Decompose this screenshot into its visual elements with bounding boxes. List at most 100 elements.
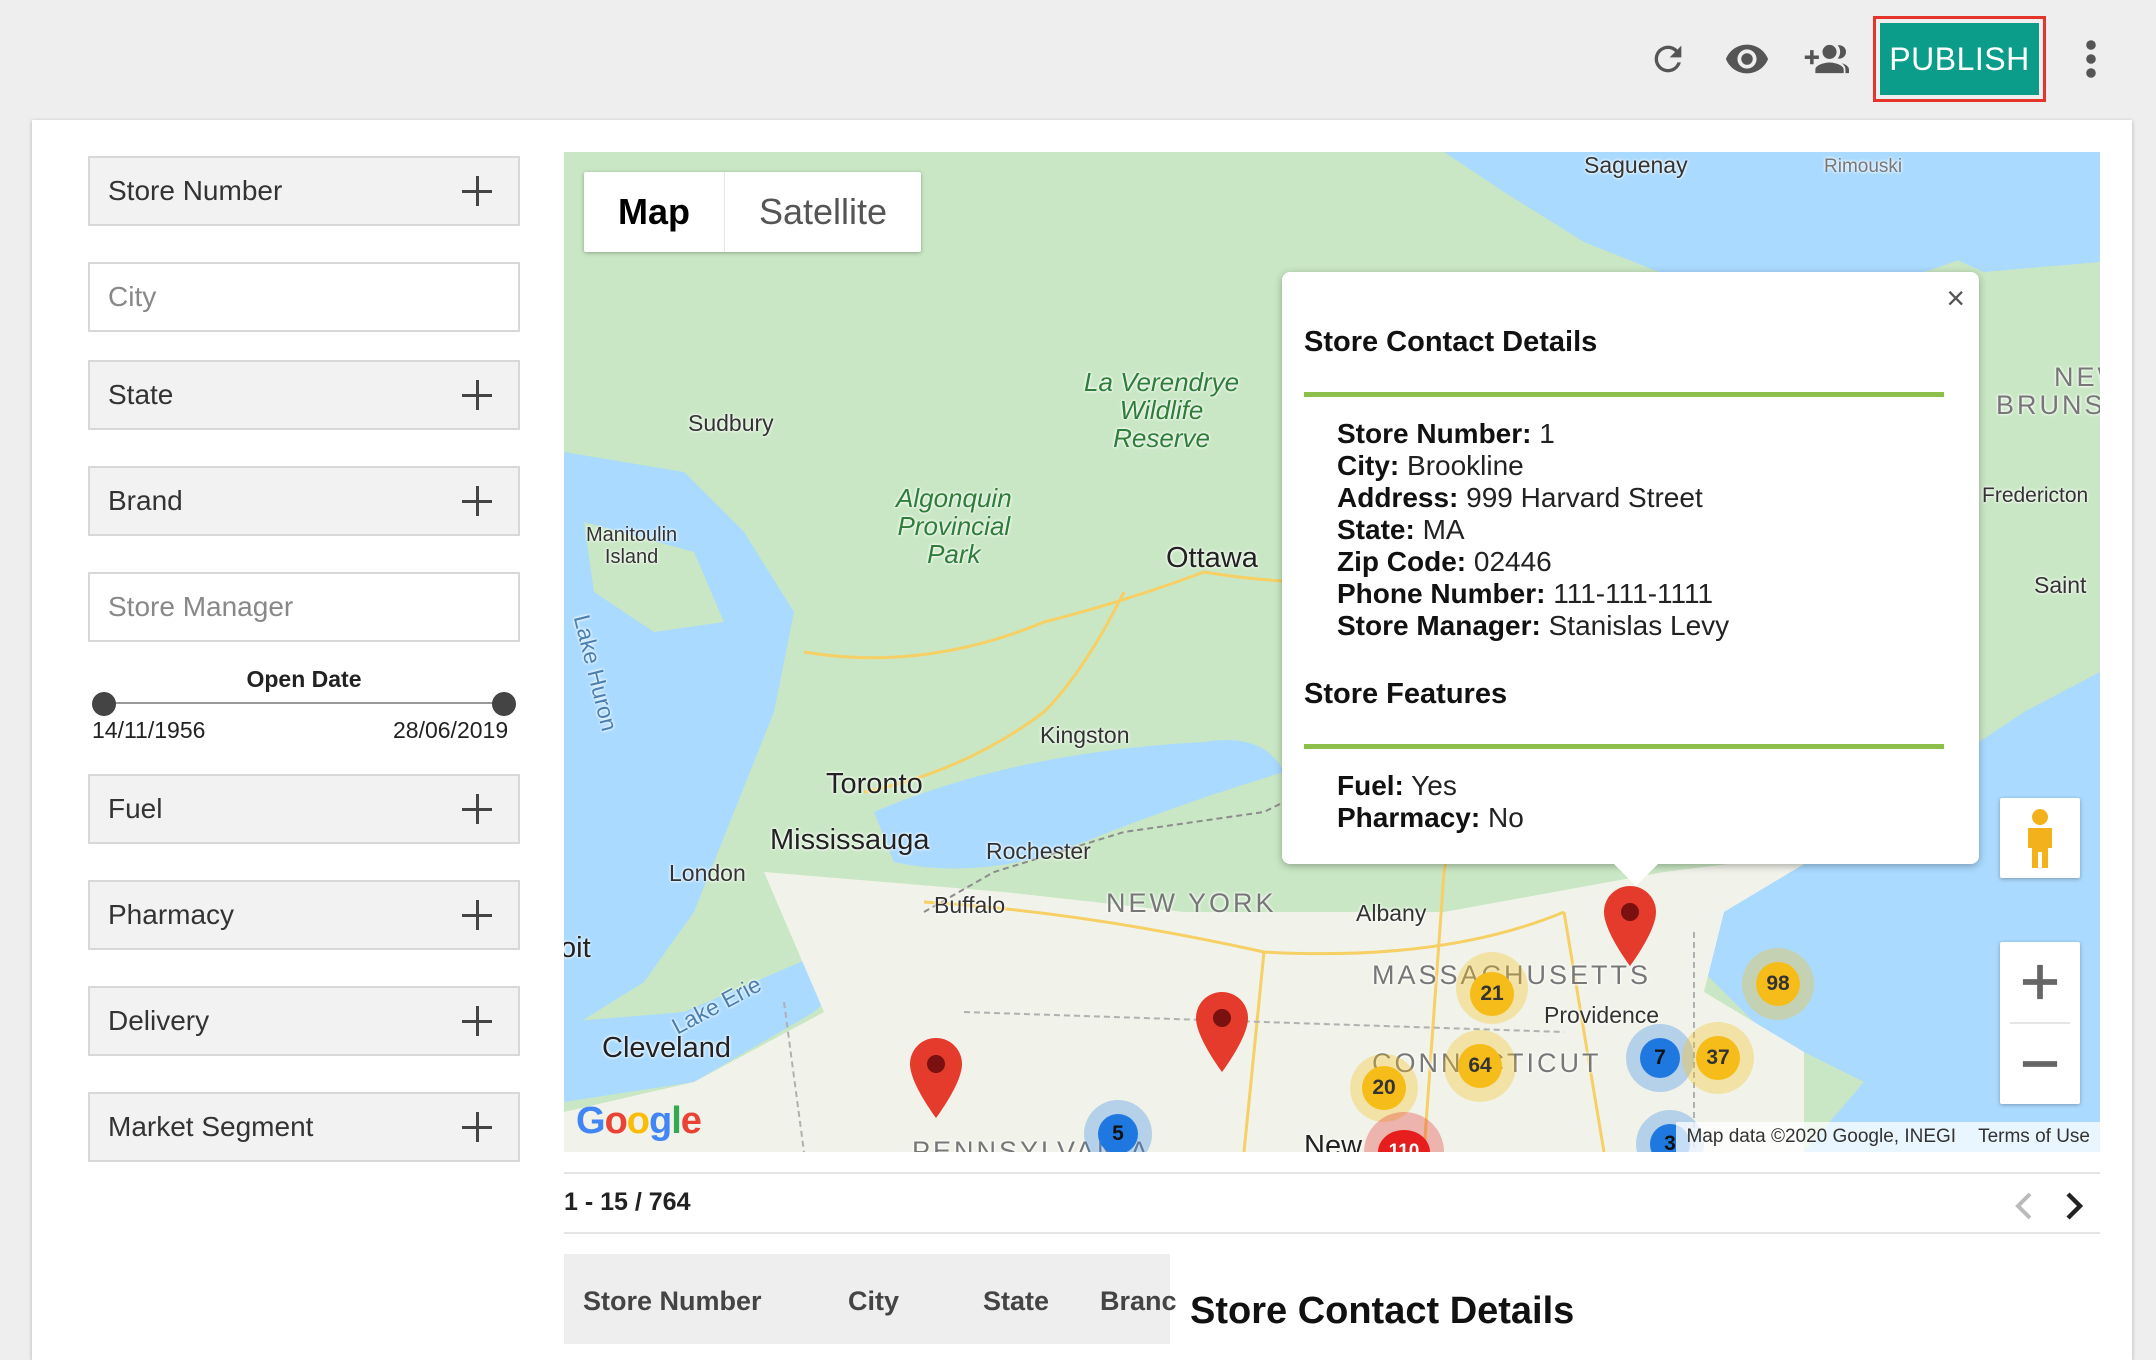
filter-store-number[interactable]: Store Number xyxy=(88,156,520,226)
plus-icon[interactable] xyxy=(460,898,494,932)
map-type-satellite[interactable]: Satellite xyxy=(724,172,921,252)
add-people-icon[interactable] xyxy=(1803,36,1849,82)
popup-feature-pharmacy: Pharmacy: No xyxy=(1337,802,1524,834)
cluster-marker[interactable]: 5 xyxy=(1098,1114,1138,1152)
open-date-start-thumb[interactable] xyxy=(92,692,116,716)
column-header-state[interactable]: State xyxy=(983,1286,1049,1317)
map-label-park: Algonquin Provincial Park xyxy=(896,484,1012,568)
plus-icon[interactable] xyxy=(460,484,494,518)
filter-fuel[interactable]: Fuel xyxy=(88,774,520,844)
plus-icon[interactable] xyxy=(460,174,494,208)
popup-divider xyxy=(1304,744,1944,749)
plus-icon[interactable] xyxy=(460,378,494,412)
map-attribution: Map data ©2020 Google, INEGI Terms of Us… xyxy=(1676,1122,2100,1152)
popup-feature-fuel: Fuel: Yes xyxy=(1337,770,1457,802)
popup-divider xyxy=(1304,392,1944,397)
street-view-pegman-icon[interactable] xyxy=(2000,798,2080,878)
store-marker-icon[interactable] xyxy=(1196,992,1248,1072)
field-value: Stanislas Levy xyxy=(1548,610,1730,641)
column-header-store-number[interactable]: Store Number xyxy=(583,1286,762,1317)
filter-pharmacy[interactable]: Pharmacy xyxy=(88,880,520,950)
filter-label: Fuel xyxy=(108,793,163,824)
map-label: Kingston xyxy=(1040,722,1130,748)
map-label: Sudbury xyxy=(688,410,774,436)
chevron-left-icon[interactable] xyxy=(2012,1192,2036,1220)
field-value: Yes xyxy=(1411,770,1457,801)
field-value: 111-111-1111 xyxy=(1553,578,1714,609)
city-input[interactable] xyxy=(90,264,518,330)
map-type-map[interactable]: Map xyxy=(584,172,724,252)
field-value: Brookline xyxy=(1407,450,1524,481)
filter-brand[interactable]: Brand xyxy=(88,466,520,536)
zoom-out-icon[interactable] xyxy=(2000,1024,2080,1104)
more-vert-icon[interactable] xyxy=(2068,36,2114,82)
map-label: BRUNS xyxy=(1996,390,2100,420)
plus-icon[interactable] xyxy=(460,1004,494,1038)
cluster-marker[interactable]: 37 xyxy=(1696,1036,1740,1080)
store-marker-icon[interactable] xyxy=(910,1038,962,1118)
terms-link[interactable]: Terms of Use xyxy=(1978,1126,2090,1148)
refresh-icon[interactable] xyxy=(1645,36,1691,82)
popup-features-title: Store Features xyxy=(1304,678,1508,710)
cluster-marker[interactable]: 20 xyxy=(1362,1066,1406,1110)
open-date-end-thumb[interactable] xyxy=(492,692,516,716)
cluster-marker[interactable]: 7 xyxy=(1640,1038,1680,1078)
field-value: 999 Harvard Street xyxy=(1466,482,1703,513)
map-label: Buffalo xyxy=(934,892,1006,918)
map-label: NEW xyxy=(2054,362,2100,392)
store-table-header: Store Number City State Branc xyxy=(564,1254,1177,1344)
map-label: Providence xyxy=(1544,1002,1660,1028)
map-label-line: Manitoulin xyxy=(586,524,678,546)
column-header-city[interactable]: City xyxy=(848,1286,899,1317)
page-range: 1 - 15 / 764 xyxy=(564,1188,691,1216)
pagination-bar: 1 - 15 / 764 xyxy=(564,1172,2100,1234)
zoom-in-icon[interactable] xyxy=(2000,942,2080,1022)
field-label: Store Number: xyxy=(1337,418,1532,449)
filter-label: State xyxy=(108,379,174,410)
store-info-window: × Store Contact Details Store Number: 1 … xyxy=(1282,272,1979,886)
map-label-reserve: La Verendrye Wildlife Reserve xyxy=(1084,368,1239,452)
eye-icon[interactable] xyxy=(1724,36,1770,82)
map-label-line: La Verendrye xyxy=(1084,367,1240,397)
map-label: Albany xyxy=(1356,900,1427,926)
field-label: Address: xyxy=(1337,482,1459,513)
filter-label: Brand xyxy=(108,485,183,516)
map-type-control: Map Satellite xyxy=(584,172,922,252)
filter-label: Market Segment xyxy=(108,1111,314,1142)
plus-icon[interactable] xyxy=(460,792,494,826)
close-icon[interactable]: × xyxy=(1946,280,1965,317)
cluster-marker[interactable]: 98 xyxy=(1756,962,1800,1006)
field-label: City: xyxy=(1337,450,1400,481)
popup-field-store-number: Store Number: 1 xyxy=(1337,418,1555,450)
map-label: oit xyxy=(564,932,591,964)
map-label-line: Wildlife xyxy=(1119,395,1204,425)
top-toolbar: PUBLISH xyxy=(0,0,2156,118)
store-manager-input[interactable] xyxy=(90,574,518,640)
open-date-slider-track[interactable] xyxy=(103,702,503,704)
column-header-brand[interactable]: Branc xyxy=(1100,1286,1177,1317)
chevron-right-icon[interactable] xyxy=(2062,1192,2086,1220)
map-label: London xyxy=(669,860,746,886)
map-label: Rochester xyxy=(986,838,1091,864)
map-label: Rimouski xyxy=(1824,156,1903,177)
selected-store-marker-icon[interactable] xyxy=(1604,886,1656,966)
cluster-marker[interactable]: 21 xyxy=(1470,972,1514,1016)
detail-panel-title: Store Contact Details xyxy=(1190,1290,1575,1332)
map-label-line: Provincial xyxy=(897,511,1011,541)
field-value: 02446 xyxy=(1473,546,1552,577)
publish-outline: PUBLISH xyxy=(1873,16,2046,102)
popup-contact-title: Store Contact Details xyxy=(1304,326,1598,358)
map-label: NEW YORK xyxy=(1106,888,1277,918)
popup-field-city: City: Brookline xyxy=(1337,450,1524,482)
plus-icon[interactable] xyxy=(460,1110,494,1144)
filter-state[interactable]: State xyxy=(88,360,520,430)
field-value: No xyxy=(1487,802,1524,833)
filter-market-segment[interactable]: Market Segment xyxy=(88,1092,520,1162)
publish-button[interactable]: PUBLISH xyxy=(1880,23,2039,95)
map-label: Saguenay xyxy=(1584,152,1688,178)
filter-delivery[interactable]: Delivery xyxy=(88,986,520,1056)
open-date-title: Open Date xyxy=(246,666,362,692)
cluster-marker[interactable]: 64 xyxy=(1458,1044,1502,1088)
field-value: 1 xyxy=(1539,418,1555,449)
map-label: New xyxy=(1304,1130,1363,1152)
